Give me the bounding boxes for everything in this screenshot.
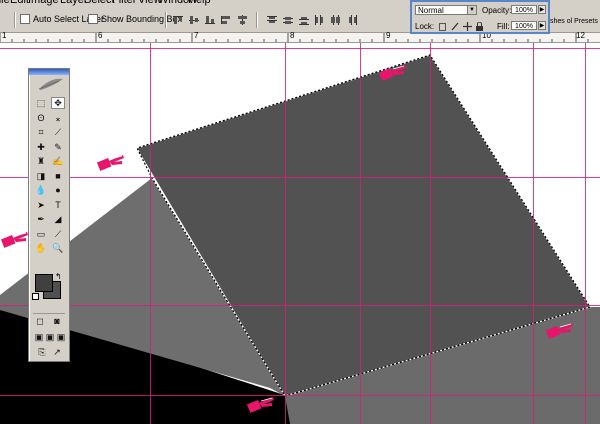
distribute-vertical-center-icon[interactable]	[282, 15, 294, 25]
vertical-guide[interactable]	[285, 43, 286, 424]
lock-label: Lock:	[415, 22, 435, 31]
lock-image-icon[interactable]	[451, 22, 460, 31]
quick-mask-icon[interactable]: ◙	[50, 315, 64, 327]
imageready-arrow-icon[interactable]: ↗	[50, 346, 64, 358]
magic-wand-tool[interactable]: ⁎	[51, 112, 65, 124]
jump-to-imageready-icon[interactable]: ⎘	[35, 346, 49, 358]
toolbox-divider	[33, 313, 65, 314]
horizontal-ruler: 1 6 7 8 9 10 12	[0, 31, 600, 43]
show-bounding-box-option[interactable]: Show Bounding Box	[88, 14, 182, 24]
horizontal-guide[interactable]	[0, 177, 600, 178]
distribute-top-icon[interactable]	[266, 15, 278, 25]
zoom-tool[interactable]: 🔍	[51, 242, 65, 254]
ruler-label: 1	[2, 31, 7, 40]
type-tool[interactable]: T	[51, 199, 65, 211]
pointing-hand-icon	[96, 155, 124, 171]
opacity-arrow-icon[interactable]: ▶	[538, 5, 546, 14]
vertical-guide[interactable]	[150, 43, 151, 424]
ruler-ticks	[0, 33, 589, 42]
shape-tool[interactable]: ◢	[51, 213, 65, 225]
eraser-tool[interactable]: ◨	[34, 170, 48, 182]
align-vertical-center-icon[interactable]	[188, 15, 200, 25]
ruler-label: 7	[194, 31, 199, 40]
foreground-color-swatch[interactable]	[35, 274, 53, 292]
horizontal-guide[interactable]	[0, 395, 600, 396]
healing-brush-tool[interactable]: ✚	[34, 141, 48, 153]
artwork	[0, 54, 600, 424]
show-bounding-box-checkbox[interactable]	[88, 14, 98, 24]
marquee-tool[interactable]: ⬚	[34, 97, 48, 109]
hand-tool[interactable]: ✋	[34, 242, 48, 254]
crop-tool[interactable]: ⌗	[34, 126, 48, 138]
eyedropper-tool[interactable]: ⟋	[51, 228, 65, 240]
horizontal-guide[interactable]	[0, 48, 600, 49]
feather-icon	[38, 78, 63, 90]
fill-arrow-icon[interactable]: ▶	[538, 21, 546, 30]
vertical-guide[interactable]	[430, 43, 431, 424]
move-tool[interactable]: ✥	[51, 97, 65, 109]
pointing-hand-icon	[246, 397, 274, 413]
path-select-tool[interactable]: ➤	[34, 199, 48, 211]
opacity-field[interactable]: 100%	[511, 5, 537, 14]
ruler-label: 6	[98, 31, 103, 40]
blend-mode-value: Normal	[418, 6, 444, 15]
toolbox: ⬚ ✥ ʘ ⁎ ⌗ ⟋ ✚ ✎ ♜ ✍ ◨ ■ 💧 ● ➤ T ✒ ◢ ▭ ⟋ ✋ 🔍 ↰ ◻ ◙ ▣ ▣ ▣ ⎘ ↗	[28, 68, 70, 362]
align-left-icon[interactable]	[220, 15, 232, 25]
distribute-bottom-icon[interactable]	[298, 15, 310, 25]
align-bottom-icon[interactable]	[204, 15, 216, 25]
screen-mode-full-icon[interactable]: ▣	[54, 331, 68, 343]
swap-colors-icon[interactable]: ↰	[55, 272, 62, 281]
lock-transparent-icon[interactable]	[439, 23, 446, 31]
history-brush-tool[interactable]: ✍	[51, 155, 65, 167]
standard-mode-icon[interactable]: ◻	[33, 315, 47, 327]
ruler-label: 9	[386, 31, 391, 40]
pen-tool[interactable]: ✒	[34, 213, 48, 225]
notes-tool[interactable]: ▭	[34, 228, 48, 240]
ruler-label: 12	[576, 31, 585, 40]
chevron-down-icon[interactable]: ▼	[467, 6, 476, 14]
options-separator	[256, 12, 258, 28]
palette-tabs[interactable]: shes ol Presets	[550, 18, 598, 25]
options-separator	[14, 12, 16, 28]
vertical-guide[interactable]	[360, 43, 361, 424]
distribute-left-icon[interactable]	[314, 15, 326, 25]
horizontal-guide[interactable]	[0, 305, 600, 306]
show-bounding-box-label: Show Bounding Box	[101, 14, 183, 24]
opacity-label: Opacity:	[482, 6, 512, 15]
blend-mode-select[interactable]: Normal ▼	[415, 5, 477, 15]
align-horizontal-center-icon[interactable]	[236, 15, 248, 25]
ruler-label: 8	[290, 31, 295, 40]
gradient-tool[interactable]: ■	[51, 170, 65, 182]
blur-tool[interactable]: 💧	[34, 184, 48, 196]
lock-position-icon[interactable]	[463, 22, 472, 31]
pointing-hand-icon	[545, 323, 573, 339]
vertical-guide[interactable]	[533, 43, 534, 424]
document-canvas[interactable]	[0, 43, 600, 424]
vertical-guide[interactable]	[585, 43, 586, 424]
dodge-tool[interactable]: ●	[51, 184, 65, 196]
fill-label: Fill:	[497, 22, 510, 31]
toolbox-logo[interactable]	[29, 75, 69, 93]
lasso-tool[interactable]: ʘ	[34, 112, 48, 124]
pointing-hand-icon	[378, 65, 406, 81]
pointing-hand-icon	[0, 232, 28, 248]
brush-tool[interactable]: ✎	[51, 141, 65, 153]
distribute-horizontal-center-icon[interactable]	[330, 15, 342, 25]
slice-tool[interactable]: ⟋	[51, 126, 65, 138]
options-separator	[165, 12, 167, 28]
default-colors-icon[interactable]	[32, 293, 39, 300]
distribute-right-icon[interactable]	[346, 15, 358, 25]
layers-panel: Normal ▼ Opacity: 100% ▶ Lock: Fill: 100…	[410, 0, 550, 34]
auto-select-layer-checkbox[interactable]	[20, 14, 30, 24]
clone-stamp-tool[interactable]: ♜	[34, 155, 48, 167]
align-top-icon[interactable]	[172, 15, 184, 25]
lock-all-icon[interactable]	[475, 22, 484, 31]
fill-field[interactable]: 100%	[511, 21, 537, 30]
